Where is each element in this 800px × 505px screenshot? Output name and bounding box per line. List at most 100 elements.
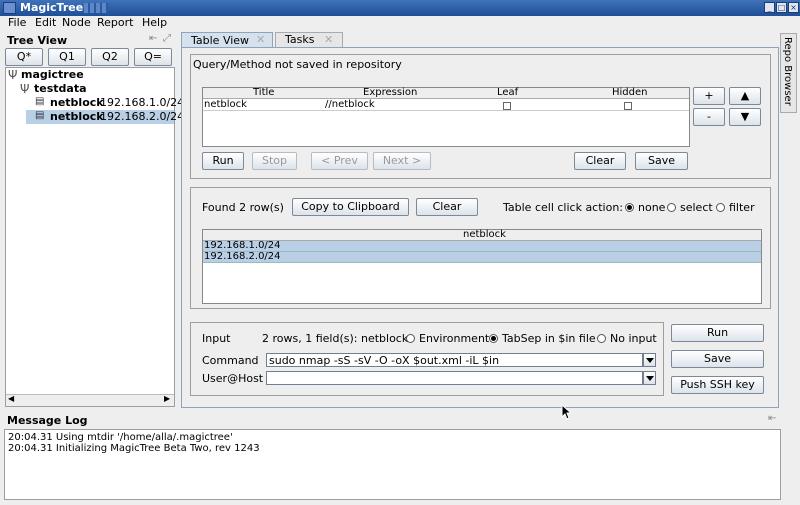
results-panel: Found 2 row(s) Copy to Clipboard Clear T… bbox=[190, 187, 771, 309]
save-command-button[interactable]: Save bbox=[671, 350, 764, 368]
minimize-button[interactable]: _ bbox=[764, 2, 775, 13]
tree-folder-label[interactable]: testdata bbox=[34, 82, 87, 95]
command-label: Command bbox=[202, 354, 259, 367]
move-down-button[interactable]: ▼ bbox=[729, 108, 761, 126]
tree-node-selected[interactable]: ▤ netblock 192.168.2.0/24 bbox=[26, 110, 184, 124]
node-icon: ▤ bbox=[35, 96, 45, 107]
side-tab-label: Repo Browser bbox=[782, 37, 793, 106]
node-value: 192.168.2.0/24 bbox=[100, 110, 185, 123]
results-table: netblock 192.168.1.0/24 192.168.2.0/24 bbox=[202, 229, 762, 304]
radio-tabsep[interactable] bbox=[489, 334, 498, 343]
scroll-left-icon[interactable]: ◀ bbox=[8, 394, 14, 403]
window-title: MagicTree bbox=[20, 1, 84, 14]
radio-environment-label[interactable]: Environment bbox=[419, 332, 489, 345]
cell-value[interactable]: 192.168.2.0/24 bbox=[204, 251, 281, 262]
log-line: 20:04.31 Initializing MagicTree Beta Two… bbox=[8, 443, 260, 454]
run-query-button[interactable]: Run bbox=[202, 152, 244, 170]
column-hidden[interactable]: Hidden bbox=[612, 87, 647, 98]
radio-filter[interactable] bbox=[716, 203, 725, 212]
leaf-checkbox[interactable] bbox=[503, 102, 511, 110]
radio-none[interactable] bbox=[625, 203, 634, 212]
tab-tasks[interactable]: Tasks ✕ bbox=[275, 32, 343, 47]
table-row[interactable]: 192.168.2.0/24 bbox=[203, 251, 761, 263]
message-log-panel: Message Log ⇤ 20:04.31 Using mtdir '/hom… bbox=[3, 413, 781, 501]
table-row[interactable]: 192.168.1.0/24 bbox=[203, 240, 761, 252]
node-value: 192.168.1.0/24 bbox=[100, 96, 185, 109]
menu-file[interactable]: File bbox=[8, 16, 26, 29]
query-row[interactable]: netblock //netblock bbox=[203, 99, 689, 111]
radio-no-input[interactable] bbox=[597, 334, 606, 343]
tree-horizontal-scrollbar[interactable]: ◀ ▶ bbox=[6, 394, 174, 406]
command-value: sudo nmap -sS -sV -O -oX $out.xml -iL $i… bbox=[269, 354, 500, 367]
radio-none-label[interactable]: none bbox=[638, 201, 665, 214]
radio-filter-label[interactable]: filter bbox=[729, 201, 755, 214]
hidden-checkbox[interactable] bbox=[624, 102, 632, 110]
tree-node[interactable]: ▤ netblock 192.168.1.0/24 bbox=[26, 96, 184, 110]
prev-button[interactable]: < Prev bbox=[311, 152, 368, 170]
tree-root-label[interactable]: magictree bbox=[21, 68, 84, 81]
query-all-button[interactable]: Q* bbox=[5, 48, 43, 66]
maximize-panel-icon[interactable]: ⤢ bbox=[163, 33, 171, 44]
log-line: 20:04.31 Using mtdir '/home/alla/.magict… bbox=[8, 432, 233, 443]
radio-no-input-label[interactable]: No input bbox=[610, 332, 657, 345]
query-table: Title Expression Leaf Hidden netblock //… bbox=[202, 87, 690, 147]
command-panel: Input 2 rows, 1 field(s): netblock Envir… bbox=[190, 322, 664, 396]
click-action-label: Table cell click action: bbox=[503, 201, 624, 214]
tab-tasks-label: Tasks bbox=[285, 33, 315, 46]
radio-select-label[interactable]: select bbox=[680, 201, 713, 214]
userhost-input[interactable] bbox=[266, 371, 643, 385]
command-dropdown-button[interactable] bbox=[643, 353, 656, 367]
query-equal-button[interactable]: Q= bbox=[134, 48, 172, 66]
clear-query-button[interactable]: Clear bbox=[574, 152, 626, 170]
node-icon: ▤ bbox=[35, 110, 45, 121]
tab-table-view-label: Table View bbox=[191, 34, 250, 47]
row-expression[interactable]: //netblock bbox=[325, 99, 375, 110]
pin-icon[interactable]: ⇤ bbox=[768, 413, 776, 424]
radio-environment[interactable] bbox=[406, 334, 415, 343]
save-query-button[interactable]: Save bbox=[635, 152, 688, 170]
maximize-button[interactable]: □ bbox=[776, 2, 787, 13]
column-expression[interactable]: Expression bbox=[363, 87, 417, 98]
run-command-button[interactable]: Run bbox=[671, 324, 764, 342]
close-window-button[interactable]: × bbox=[788, 2, 799, 13]
query-1-button[interactable]: Q1 bbox=[48, 48, 86, 66]
message-log-title: Message Log bbox=[7, 414, 88, 427]
push-ssh-key-button[interactable]: Push SSH key bbox=[671, 376, 764, 394]
side-tab-repo-browser[interactable]: Repo Browser bbox=[780, 33, 797, 113]
tab-table-view[interactable]: Table View ✕ bbox=[181, 32, 273, 48]
cell-value[interactable]: 192.168.1.0/24 bbox=[204, 240, 281, 251]
message-log-area[interactable]: 20:04.31 Using mtdir '/home/alla/.magict… bbox=[4, 429, 781, 500]
clear-results-button[interactable]: Clear bbox=[416, 198, 478, 216]
remove-row-button[interactable]: - bbox=[693, 108, 725, 126]
results-header[interactable]: netblock bbox=[203, 229, 761, 241]
add-row-button[interactable]: + bbox=[693, 87, 725, 105]
copy-to-clipboard-button[interactable]: Copy to Clipboard bbox=[292, 198, 409, 216]
command-input[interactable]: sudo nmap -sS -sV -O -oX $out.xml -iL $i… bbox=[266, 353, 643, 367]
next-button[interactable]: Next > bbox=[373, 152, 431, 170]
radio-select[interactable] bbox=[667, 203, 676, 212]
radio-tabsep-label[interactable]: TabSep in $in file bbox=[502, 332, 596, 345]
menu-report[interactable]: Report bbox=[97, 16, 133, 29]
column-title[interactable]: Title bbox=[253, 87, 274, 98]
folder-icon: Ψ bbox=[20, 82, 30, 96]
pin-icon[interactable]: ⇤ bbox=[149, 33, 157, 44]
input-label: Input bbox=[202, 332, 231, 345]
scroll-right-icon[interactable]: ▶ bbox=[164, 394, 170, 403]
column-leaf[interactable]: Leaf bbox=[497, 87, 518, 98]
menu-edit[interactable]: Edit bbox=[35, 16, 56, 29]
title-bar: MagicTree _ □ × bbox=[0, 0, 800, 16]
results-column-netblock[interactable]: netblock bbox=[463, 229, 506, 240]
close-tab-icon[interactable]: ✕ bbox=[324, 33, 333, 46]
node-type: netblock bbox=[50, 110, 104, 123]
menu-help[interactable]: Help bbox=[142, 16, 167, 29]
query-table-header: Title Expression Leaf Hidden bbox=[203, 87, 689, 99]
move-up-button[interactable]: ▲ bbox=[729, 87, 761, 105]
userhost-dropdown-button[interactable] bbox=[643, 371, 656, 385]
close-tab-icon[interactable]: ✕ bbox=[256, 33, 265, 46]
stop-button[interactable]: Stop bbox=[252, 152, 297, 170]
row-title[interactable]: netblock bbox=[204, 99, 247, 110]
table-view-content: Query/Method not saved in repository Tit… bbox=[181, 47, 779, 408]
menu-bar: File Edit Node Report Help bbox=[0, 16, 800, 32]
query-2-button[interactable]: Q2 bbox=[91, 48, 129, 66]
menu-node[interactable]: Node bbox=[62, 16, 91, 29]
